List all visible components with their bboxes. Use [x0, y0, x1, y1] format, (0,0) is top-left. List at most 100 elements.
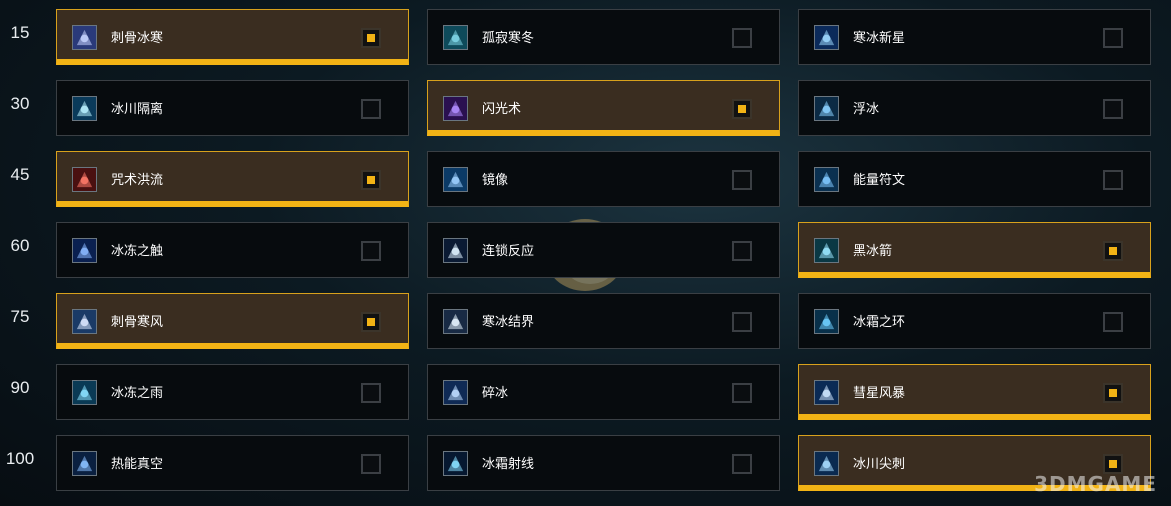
talent-option[interactable]: 孤寂寒冬: [427, 9, 780, 65]
talent-name: 冰冻之触: [111, 244, 164, 259]
thermal-void-icon: [72, 451, 97, 476]
talent-checkbox[interactable]: [361, 241, 381, 261]
talent-name: 寒冰新星: [853, 31, 906, 46]
row-level-label: 60: [10, 236, 30, 255]
checkbox-mark: [1109, 247, 1117, 255]
checkbox-mark: [367, 34, 375, 42]
talent-row: 75 刺骨寒风 寒冰结界 冰霜之环: [0, 293, 1171, 351]
talent-checkbox[interactable]: [1103, 99, 1123, 119]
talent-name: 冰冻之雨: [111, 386, 164, 401]
glacial-spike-icon: [814, 451, 839, 476]
talent-name: 能量符文: [853, 173, 906, 188]
talent-name: 孤寂寒冬: [482, 31, 535, 46]
checkbox-mark: [1109, 389, 1117, 397]
talent-checkbox[interactable]: [361, 312, 381, 332]
talent-name: 刺骨冰寒: [111, 31, 164, 46]
rune-icon: [814, 167, 839, 192]
talent-option[interactable]: 刺骨冰寒: [56, 9, 409, 65]
checkbox-mark: [367, 176, 375, 184]
talent-option[interactable]: 连锁反应: [427, 222, 780, 278]
chain-reaction-icon: [443, 238, 468, 263]
talent-name: 冰霜之环: [853, 315, 906, 330]
checkbox-mark: [367, 318, 375, 326]
talent-checkbox[interactable]: [361, 383, 381, 403]
talent-option[interactable]: 黑冰箭: [798, 222, 1151, 278]
talent-checkbox[interactable]: [732, 241, 752, 261]
talent-option[interactable]: 冰川隔离: [56, 80, 409, 136]
talent-option[interactable]: 冰霜射线: [427, 435, 780, 491]
talent-row: 90 冰冻之雨 碎冰 彗星风暴: [0, 364, 1171, 422]
comet-storm-icon: [814, 380, 839, 405]
ice-ward-icon: [443, 309, 468, 334]
talent-name: 连锁反应: [482, 244, 535, 259]
talent-checkbox[interactable]: [732, 28, 752, 48]
talent-checkbox[interactable]: [361, 454, 381, 474]
talent-checkbox[interactable]: [1103, 383, 1123, 403]
talent-row: 45 咒术洪流 镜像 能量符文: [0, 151, 1171, 209]
watermark-text: 3DMGAME: [1034, 472, 1157, 496]
row-level-label: 45: [10, 165, 30, 184]
talent-checkbox[interactable]: [1103, 170, 1123, 190]
talent-row: 15 刺骨冰寒 孤寂寒冬 寒冰新星: [0, 9, 1171, 67]
talent-checkbox[interactable]: [361, 99, 381, 119]
talent-option[interactable]: 冰冻之触: [56, 222, 409, 278]
talent-option[interactable]: 咒术洪流: [56, 151, 409, 207]
talent-name: 刺骨寒风: [111, 315, 164, 330]
talent-option[interactable]: 寒冰结界: [427, 293, 780, 349]
talent-checkbox[interactable]: [361, 28, 381, 48]
ray-of-frost-icon: [443, 451, 468, 476]
skull-icon: [72, 25, 97, 50]
talent-checkbox[interactable]: [732, 383, 752, 403]
talent-option[interactable]: 能量符文: [798, 151, 1151, 207]
talent-name: 浮冰: [853, 102, 880, 117]
mirror-image-icon: [443, 167, 468, 192]
ring-of-frost-icon: [814, 309, 839, 334]
talent-row: 30 冰川隔离 闪光术 浮冰: [0, 80, 1171, 138]
talent-checkbox[interactable]: [361, 170, 381, 190]
frigid-winds-icon: [72, 309, 97, 334]
ice-floes-icon: [814, 96, 839, 121]
row-level-label: 90: [10, 378, 30, 397]
hand-icon: [72, 167, 97, 192]
talent-name: 闪光术: [482, 102, 522, 117]
splitting-ice-icon: [443, 380, 468, 405]
talent-option[interactable]: 刺骨寒风: [56, 293, 409, 349]
frost-figure-icon: [443, 25, 468, 50]
talent-name: 碎冰: [482, 386, 509, 401]
talent-option[interactable]: 浮冰: [798, 80, 1151, 136]
ebonbolt-icon: [814, 238, 839, 263]
talent-name: 彗星风暴: [853, 386, 906, 401]
talent-option[interactable]: 冰霜之环: [798, 293, 1151, 349]
talent-name: 咒术洪流: [111, 173, 164, 188]
talent-checkbox[interactable]: [732, 454, 752, 474]
talent-option[interactable]: 镜像: [427, 151, 780, 207]
talent-option[interactable]: 寒冰新星: [798, 9, 1151, 65]
row-level-label: 30: [10, 94, 30, 113]
row-level-label: 100: [5, 449, 35, 468]
row-level-label: 75: [10, 307, 30, 326]
talent-name: 镜像: [482, 173, 509, 188]
talent-name: 热能真空: [111, 457, 164, 472]
talent-option[interactable]: 冰冻之雨: [56, 364, 409, 420]
talent-option[interactable]: 碎冰: [427, 364, 780, 420]
talent-option[interactable]: 闪光术: [427, 80, 780, 136]
freezing-rain-icon: [72, 380, 97, 405]
talent-checkbox[interactable]: [1103, 241, 1123, 261]
frost-touch-icon: [72, 238, 97, 263]
talent-checkbox[interactable]: [1103, 312, 1123, 332]
ice-nova-icon: [814, 25, 839, 50]
talent-name: 黑冰箭: [853, 244, 893, 259]
watermark: 3DMGAME: [967, 462, 1157, 502]
talent-checkbox[interactable]: [732, 99, 752, 119]
talent-option[interactable]: 彗星风暴: [798, 364, 1151, 420]
ice-block-icon: [72, 96, 97, 121]
talent-row: 60 冰冻之触 连锁反应 黑冰箭: [0, 222, 1171, 280]
talent-name: 冰霜射线: [482, 457, 535, 472]
talent-checkbox[interactable]: [732, 312, 752, 332]
checkbox-mark: [738, 105, 746, 113]
talent-option[interactable]: 热能真空: [56, 435, 409, 491]
talent-checkbox[interactable]: [1103, 28, 1123, 48]
talent-name: 冰川尖刺: [853, 457, 906, 472]
talent-checkbox[interactable]: [732, 170, 752, 190]
talent-name: 冰川隔离: [111, 102, 164, 117]
